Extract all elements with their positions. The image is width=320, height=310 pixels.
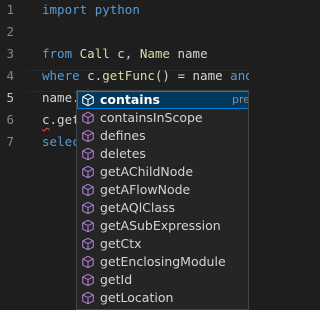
method-cube-icon	[81, 129, 95, 143]
code-editor[interactable]: 1 import python 2 3 from Call c, Name name 4 w…	[0, 0, 249, 310]
code-token: Name	[139, 46, 170, 61]
suggestion-label: getCtx	[100, 236, 142, 251]
line-code[interactable]: selec	[42, 131, 80, 153]
code-line-4[interactable]: 4 where c.getFunc() = name and	[0, 65, 249, 87]
suggestion-label: getAQlClass	[100, 200, 176, 215]
suggestion-label: getEnclosingModule	[100, 254, 226, 269]
code-line-3[interactable]: 3 from Call c, Name name	[0, 43, 249, 65]
code-token: name.	[42, 90, 80, 105]
suggestion-detail: pre	[232, 93, 249, 106]
method-cube-icon	[81, 201, 95, 215]
line-number: 7	[6, 134, 14, 149]
code-line-2[interactable]: 2	[0, 21, 249, 43]
suggestion-item-getasubexpression[interactable]: getASubExpression	[77, 217, 248, 235]
code-token: c,	[109, 46, 140, 61]
code-token: python	[94, 2, 140, 17]
suggestion-label: getLocation	[100, 290, 174, 305]
code-line-1[interactable]: 1 import python	[0, 0, 249, 21]
suggestion-label: defines	[100, 128, 146, 143]
suggestion-item-contains[interactable]: contains pre	[77, 91, 249, 109]
method-cube-icon	[81, 237, 95, 251]
method-cube-icon	[81, 273, 95, 287]
code-token: import	[42, 2, 95, 17]
suggestion-item-containsinscope[interactable]: containsInScope	[77, 109, 248, 127]
suggestion-item-getachildnode[interactable]: getAChildNode	[77, 163, 248, 181]
suggestion-label: getAChildNode	[100, 164, 194, 179]
line-number: 5	[6, 90, 14, 105]
line-number: 6	[6, 112, 14, 127]
suggestion-label: getASubExpression	[100, 218, 221, 233]
code-token: and	[230, 68, 249, 83]
line-code[interactable]: name.	[42, 87, 81, 109]
suggestion-item-deletes[interactable]: deletes	[77, 145, 248, 163]
method-cube-icon	[81, 219, 95, 233]
code-token: c.	[87, 68, 103, 83]
code-token: name	[169, 46, 208, 61]
code-token: where	[42, 68, 88, 83]
code-token: getFunc	[102, 68, 155, 83]
autocomplete-suggest-widget[interactable]: contains pre containsInScope defines deletes…	[76, 90, 249, 310]
line-number: 2	[6, 24, 14, 39]
method-cube-icon	[81, 147, 95, 161]
method-cube-icon	[81, 255, 95, 269]
suggestion-item-getlocation[interactable]: getLocation	[77, 289, 248, 307]
line-number: 3	[6, 46, 14, 61]
line-number: 1	[6, 2, 14, 17]
line-code[interactable]: where c.getFunc() = name and	[42, 65, 249, 87]
code-token: () = name	[154, 68, 231, 83]
line-number: 4	[6, 68, 14, 83]
suggestion-item-defines[interactable]: defines	[77, 127, 248, 145]
suggestion-label: deletes	[100, 146, 146, 161]
code-token: selec	[42, 134, 80, 149]
method-cube-icon	[81, 291, 95, 305]
suggestion-item-getaqlclass[interactable]: getAQlClass	[77, 199, 248, 217]
line-code[interactable]: from Call c, Name name	[42, 43, 208, 65]
method-cube-icon	[81, 183, 95, 197]
line-code[interactable]: c.get	[42, 109, 80, 131]
code-token: c.get	[42, 112, 80, 127]
code-token: from	[42, 46, 80, 61]
method-cube-icon	[81, 93, 95, 107]
suggestion-item-getid[interactable]: getId	[77, 271, 248, 289]
suggestion-item-getctx[interactable]: getCtx	[77, 235, 248, 253]
suggestion-item-getaflownode[interactable]: getAFlowNode	[77, 181, 248, 199]
suggestion-label: contains	[100, 92, 160, 107]
method-cube-icon	[81, 111, 95, 125]
suggestion-label: getId	[100, 272, 133, 287]
suggestion-item-getenclosingmodule[interactable]: getEnclosingModule	[77, 253, 248, 271]
method-cube-icon	[81, 165, 95, 179]
suggestion-label: containsInScope	[100, 110, 203, 125]
suggestion-label: getAFlowNode	[100, 182, 191, 197]
code-token: Call	[79, 46, 110, 61]
line-code[interactable]: import python	[42, 0, 140, 21]
